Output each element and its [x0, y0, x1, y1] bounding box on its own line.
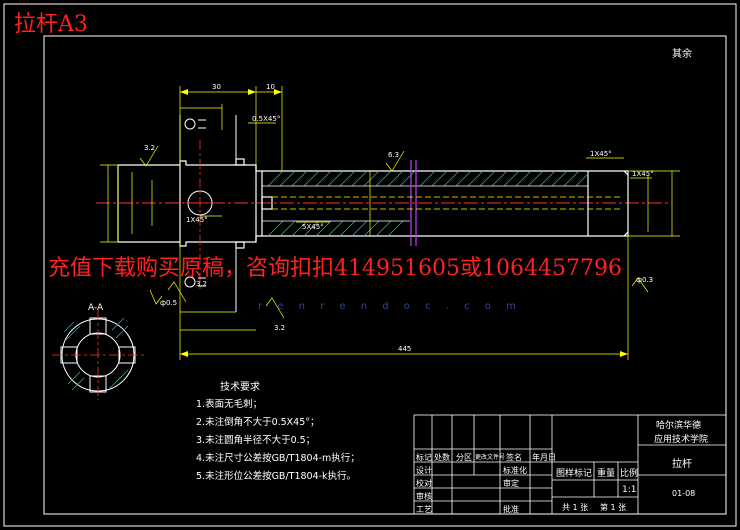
roughness-32a: 3.2 — [144, 144, 155, 152]
dim-chamfer-4: 0.5X45° — [252, 115, 280, 123]
dim-chamfer-3: 1X45° — [590, 150, 612, 158]
tech-item: 5.未注形位公差按GB/T1804-k执行。 — [196, 471, 357, 482]
dim-chamfer-1: 1X45° — [186, 216, 208, 224]
tb-row-label: 标记 — [416, 453, 432, 462]
tb-ratio: 比例 — [620, 469, 639, 479]
tb-sign-label: 批准 — [503, 505, 519, 514]
dimension-labels: 30 10 445 1X45° 1X45° 1X45° 0.5X45° 5X45… — [144, 83, 654, 353]
tb-school-line2: 应用技术学院 — [654, 435, 709, 445]
tb-school-line1: 哈尔滨华德 — [656, 421, 702, 431]
roughness-63: 6.3 — [388, 151, 399, 159]
tb-row-label: 校对 — [416, 479, 432, 488]
dimension-arrows — [180, 89, 628, 357]
tb-row-label: 设计 — [416, 466, 432, 475]
promo-banner: 充值下载购买原稿，咨询扣扣414951605或1064457796 — [48, 256, 622, 281]
section-label: A-A — [88, 303, 104, 313]
tol-a: ф0.5 — [160, 299, 177, 307]
tb-col-label: 分区 — [456, 453, 472, 462]
tb-scale: 1:1 — [622, 485, 637, 495]
dim-chamfer-5: 5X45° — [302, 223, 324, 231]
dim-overall-length: 445 — [398, 345, 411, 353]
dim-30: 30 — [212, 83, 221, 91]
tb-sheet-total: 共 1 张 — [562, 503, 589, 512]
tb-col-label: 处数 — [434, 453, 450, 462]
tb-stage-mark: 图样标记 — [556, 469, 593, 479]
tech-item: 3.未注圆角半径不大于0.5； — [196, 435, 316, 446]
tb-drawing-no: 01-08 — [672, 489, 696, 498]
top-detail — [179, 115, 237, 165]
tech-requirements-title: 技术要求 — [220, 382, 260, 393]
tb-part-name: 拉杆 — [672, 459, 692, 470]
roughness-32c: 3.2 — [274, 324, 285, 332]
tech-item: 1.表面无毛刺； — [196, 399, 263, 410]
tb-col-label: 更改文件号 — [475, 454, 506, 461]
dim-10: 10 — [266, 83, 275, 91]
dim-chamfer-2: 1X45° — [632, 170, 654, 178]
tech-item: 4.未注尺寸公差按GB/T1804-m执行； — [196, 453, 360, 464]
tb-sign-label: 标准化 — [503, 466, 527, 475]
tol-b: ф0.3 — [636, 276, 653, 284]
watermark-text: r e n r e n d o c . c o m — [258, 301, 522, 312]
tech-item: 2.未注倒角不大于0.5X45°； — [196, 417, 320, 428]
tb-sheet-no: 第 1 张 — [600, 503, 627, 512]
tb-weight: 重量 — [597, 469, 616, 479]
tb-row-label: 工艺 — [416, 505, 432, 514]
tb-row-label: 审核 — [416, 492, 432, 501]
tb-sign-label: 审定 — [503, 479, 519, 488]
tb-col-label: 年月日 — [532, 453, 556, 462]
tb-col-label: 签名 — [506, 453, 522, 462]
